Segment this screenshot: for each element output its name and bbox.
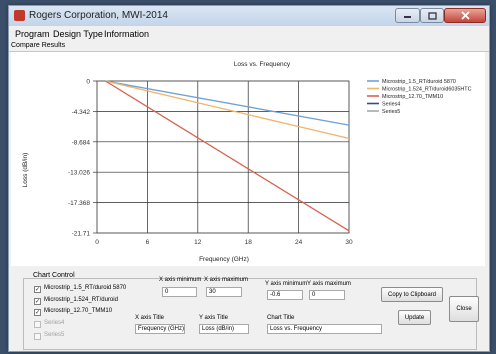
y-tick-label: 0: [86, 79, 90, 86]
y-tick-label: -13.026: [68, 170, 90, 177]
series-checkbox[interactable]: ✓: [34, 298, 41, 305]
chart-grid: [96, 80, 350, 234]
copy-to-clipboard-button[interactable]: Copy to Clipboard: [381, 287, 443, 302]
update-button[interactable]: Update: [398, 310, 431, 325]
loss-chart: 0 6 12 18 24 30 0 -4.342 -8.684 -13.026 -17.368 -21…: [22, 61, 472, 263]
plot-frame: [96, 80, 350, 234]
window-close-button[interactable]: [444, 8, 486, 23]
legend-entry: Series4: [382, 102, 400, 108]
y-tick-label: -4.342: [72, 109, 91, 116]
legend-entry: Series5: [382, 109, 400, 115]
menu-information[interactable]: Information: [104, 29, 149, 39]
y-axis-title-label: Y axis Title: [199, 315, 228, 321]
y-axis-max-input[interactable]: 0: [309, 290, 345, 300]
x-tick-label: 6: [146, 239, 150, 246]
x-axis-min-input[interactable]: 0: [162, 287, 197, 297]
close-button[interactable]: Close: [449, 296, 479, 322]
menu-bar: Program Design Type Information: [9, 27, 489, 41]
maximize-button[interactable]: [420, 8, 444, 23]
chart-legend: Microstrip_1.5_RT/duroid 5870 Microstrip_…: [367, 79, 472, 115]
app-window: Rogers Corporation, MWI-2014 Program Des…: [8, 5, 490, 352]
series-checkbox-label: Microstrip_12.70_TMM10: [44, 308, 113, 314]
chart-panel: 0 6 12 18 24 30 0 -4.342 -8.684 -13.026 -17.368 -21…: [11, 52, 485, 266]
x-axis-title-input[interactable]: Frequency (GHz): [135, 324, 185, 334]
maximize-icon: [427, 11, 437, 20]
series-checkbox-label: Microstrip_1.5_RT/duroid 5870: [44, 285, 127, 291]
legend-entry: Microstrip_1.524_RT/duroid6035HTC: [382, 87, 472, 93]
y-tick-label: -21.71: [72, 231, 91, 238]
tab-compare-results[interactable]: Compare Results: [11, 42, 65, 49]
y-tick-label: -8.684: [72, 139, 91, 146]
menu-program[interactable]: Program: [15, 29, 50, 39]
x-axis-max-label: X axis maximum: [204, 277, 249, 283]
x-axis-label: Frequency (GHz): [199, 256, 249, 263]
series-checkbox[interactable]: [34, 333, 41, 340]
y-axis-min-input[interactable]: -0.6: [267, 290, 303, 300]
series-checkbox-label: Series5: [44, 332, 65, 338]
y-axis-min-label: Y axis minimum: [265, 281, 308, 287]
window-title: Rogers Corporation, MWI-2014: [29, 10, 168, 21]
y-axis-title-input[interactable]: Loss (dB/in): [199, 324, 249, 334]
title-bar: Rogers Corporation, MWI-2014: [9, 6, 489, 26]
x-tick-label: 18: [245, 239, 253, 246]
chart-ticks: 0 6 12 18 24 30 0 -4.342 -8.684 -13.026 -17.368 -21…: [68, 79, 353, 247]
series-checkbox[interactable]: ✓: [34, 286, 41, 293]
legend-entry: Microstrip_12.70_TMM10: [382, 94, 443, 100]
chart-title-label: Chart Title: [267, 315, 295, 321]
minimize-icon: [404, 15, 411, 18]
chart-lines: [105, 80, 350, 232]
y-axis-max-label: Y axis maximum: [307, 281, 351, 287]
series-checkbox-label: Microstrip_1.524_RT/duroid: [44, 297, 118, 303]
x-axis-max-input[interactable]: 30: [206, 287, 242, 297]
x-tick-label: 30: [345, 239, 353, 246]
chart-title: Loss vs. Frequency: [234, 61, 291, 68]
series-checkbox[interactable]: ✓: [34, 309, 41, 316]
y-tick-label: -17.368: [68, 200, 90, 207]
x-axis-title-label: X axis Title: [135, 315, 165, 321]
menu-design-type[interactable]: Design Type: [53, 29, 103, 39]
minimize-button[interactable]: [395, 8, 420, 23]
x-axis-min-label: X axis minimum: [159, 277, 202, 283]
x-tick-label: 0: [95, 239, 99, 246]
series-checkbox[interactable]: [34, 321, 41, 328]
series-checkbox-label: Series4: [44, 320, 65, 326]
x-tick-label: 12: [194, 239, 202, 246]
y-axis-label: Loss (dB/in): [22, 153, 29, 188]
series-line: [105, 80, 350, 140]
x-tick-label: 24: [295, 239, 303, 246]
app-icon: [14, 10, 25, 21]
legend-entry: Microstrip_1.5_RT/duroid 5870: [382, 79, 456, 85]
chart-title-input[interactable]: Loss vs. Frequency: [267, 324, 382, 334]
close-icon: [460, 11, 470, 20]
